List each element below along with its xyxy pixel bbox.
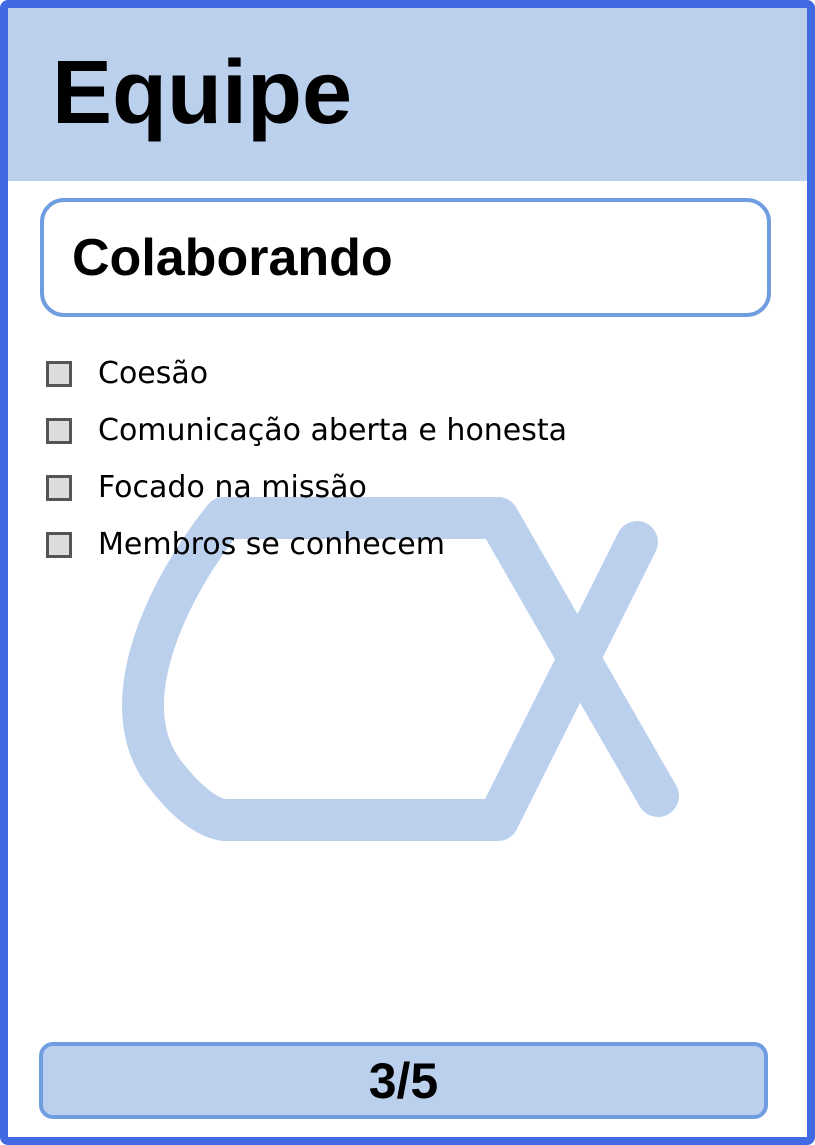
checklist-item-label: Coesão xyxy=(98,355,209,391)
state-title: Colaborando xyxy=(72,229,393,287)
checkbox[interactable] xyxy=(46,474,72,501)
card-header: Equipe xyxy=(8,8,807,181)
card-title: Equipe xyxy=(52,43,353,143)
page-indicator: 3/5 xyxy=(368,1052,439,1109)
checklist-item-label: Membros se conhecem xyxy=(98,526,445,562)
checklist-item-label: Comunicação aberta e honesta xyxy=(98,412,568,448)
checkbox[interactable] xyxy=(46,417,72,444)
checklist-item[interactable]: Coesão xyxy=(46,345,567,402)
checkbox[interactable] xyxy=(46,531,72,558)
checkbox[interactable] xyxy=(46,360,72,387)
checklist: Coesão Comunicação aberta e honesta Foca… xyxy=(46,345,567,573)
checklist-item-label: Focado na missão xyxy=(98,469,367,505)
checklist-item[interactable]: Comunicação aberta e honesta xyxy=(46,402,567,459)
card: Equipe Colaborando Coesão Comunicação ab… xyxy=(0,0,815,1145)
checklist-item[interactable]: Focado na missão xyxy=(46,459,567,516)
checklist-item[interactable]: Membros se conhecem xyxy=(46,516,567,573)
page-indicator-box: 3/5 xyxy=(39,1042,768,1119)
state-title-box: Colaborando xyxy=(40,198,771,317)
